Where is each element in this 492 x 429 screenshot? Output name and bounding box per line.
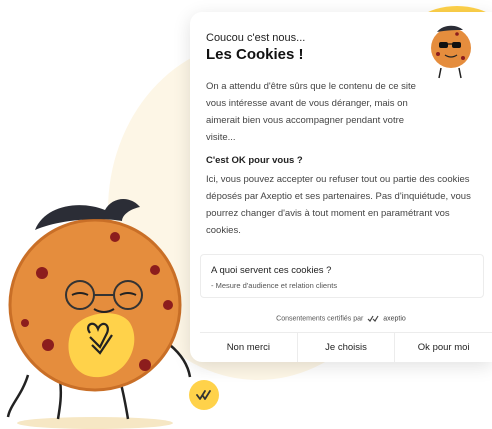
certification-text: Consentements certifiés par (276, 315, 364, 323)
choose-button[interactable]: Je choisis (296, 333, 395, 362)
purpose-box[interactable]: A quoi servent ces cookies ? - Mesure d'… (200, 254, 484, 298)
cookie-mascot-icon (6, 199, 192, 429)
question-heading: C'est OK pour vous ? (206, 155, 303, 166)
cookie-sunglasses-icon (431, 25, 471, 79)
certification-brand[interactable]: axeptio (383, 315, 406, 322)
modal-title: Les Cookies ! (206, 46, 304, 63)
certification-line: Consentements certifiés par axeptio (190, 315, 492, 322)
axeptio-logo-icon (367, 315, 379, 322)
greeting-text: Coucou c'est nous... (206, 32, 306, 44)
refuse-button[interactable]: Non merci (200, 333, 297, 362)
description-text: Ici, vous pouvez accepter ou refuser tou… (206, 174, 471, 236)
purpose-title: A quoi servent ces cookies ? (211, 265, 332, 276)
accept-button[interactable]: Ok pour moi (394, 333, 492, 362)
axeptio-widget-button[interactable] (189, 380, 219, 410)
axeptio-check-icon (196, 390, 211, 400)
purpose-item: - Mesure d'audience et relation clients (211, 281, 338, 290)
consent-buttons: Non merci Je choisis Ok pour moi (200, 332, 492, 362)
intro-text: On a attendu d'être sûrs que le contenu … (206, 81, 416, 143)
